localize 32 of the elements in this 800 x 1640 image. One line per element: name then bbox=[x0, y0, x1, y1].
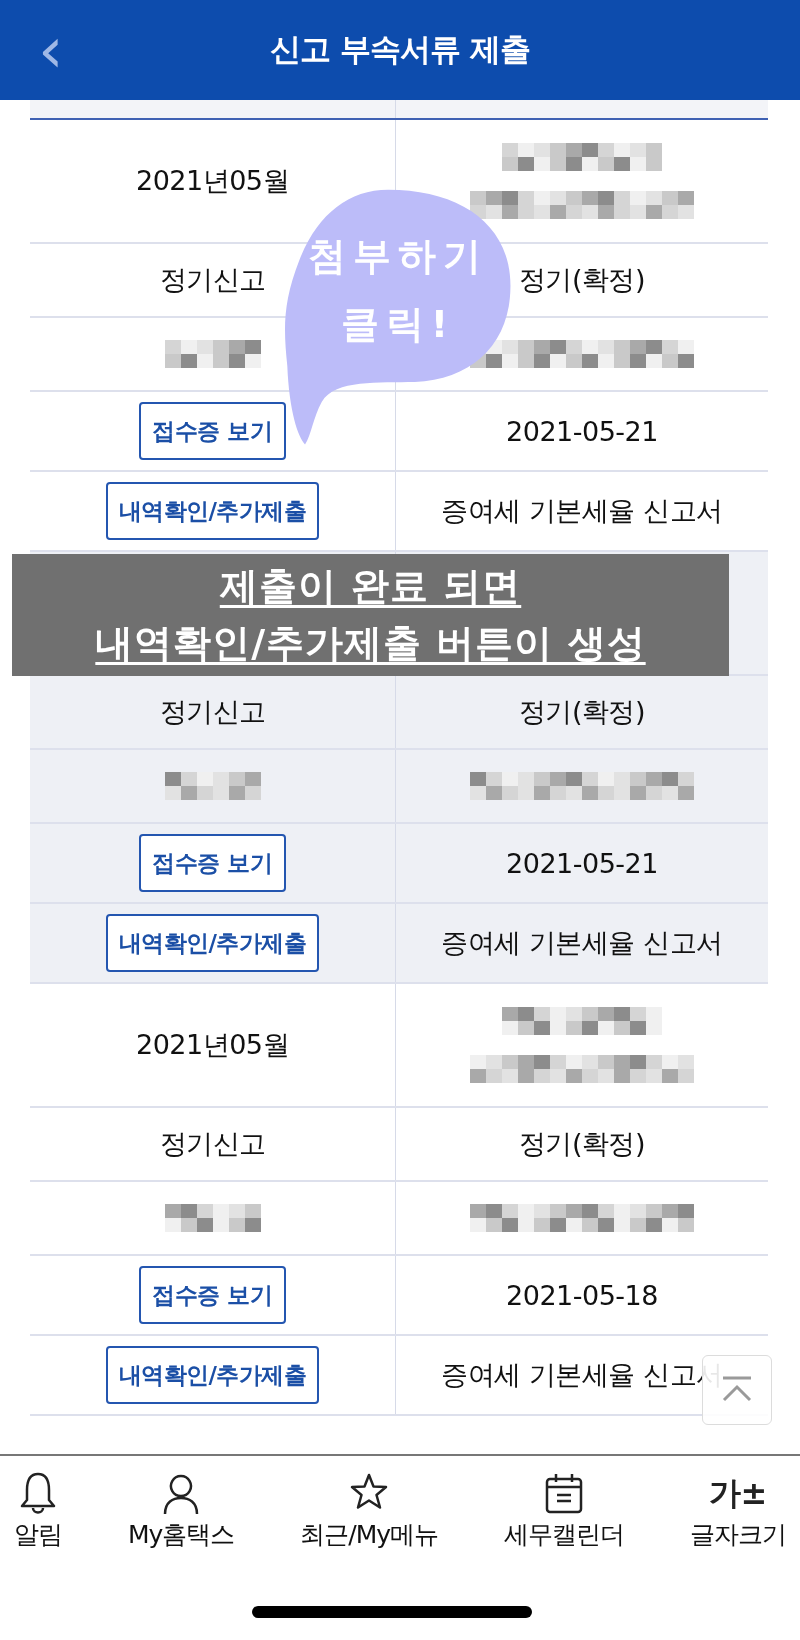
table-cell: 2021-05-21 bbox=[506, 847, 658, 879]
nav-item[interactable]: 세무캘린더 bbox=[498, 1470, 631, 1592]
nav-item[interactable]: My홈택스 bbox=[121, 1470, 241, 1592]
bell-icon bbox=[18, 1470, 58, 1516]
table-cell-text: 정기(확정) bbox=[518, 695, 646, 729]
nav-item[interactable]: 가± 글자크기 bbox=[684, 1470, 792, 1592]
receipt-button[interactable]: 접수증 보기 bbox=[139, 402, 286, 460]
history-button[interactable]: 내역확인/추가제출 bbox=[105, 914, 320, 972]
table-cell-text: 2021년05월 bbox=[135, 1028, 290, 1062]
nav-item[interactable]: 알림 bbox=[8, 1470, 68, 1592]
banner-text: 내역확인/추가제출 버튼이 생성 bbox=[95, 620, 646, 667]
table-cell-text: 증여세 기본세율 신고서 bbox=[441, 926, 723, 960]
table-cell-text: 정기신고 bbox=[159, 263, 266, 297]
callout-text: 첨부하기 클릭! bbox=[307, 233, 489, 348]
table-cell-text: 정기신고 bbox=[159, 1127, 266, 1161]
font-size-icon: 가± bbox=[708, 1470, 768, 1516]
table-cell-text: 증여세 기본세율 신고서 bbox=[441, 1358, 723, 1392]
back-button[interactable]: ‹ bbox=[30, 18, 72, 82]
history-button[interactable]: 내역확인/추가제출 bbox=[105, 482, 320, 540]
table-cell-text: 2021년05월 bbox=[135, 164, 290, 198]
receipt-button[interactable]: 접수증 보기 bbox=[139, 1266, 286, 1324]
page-title: 신고 부속서류 제출 bbox=[270, 30, 530, 69]
receipt-button[interactable]: 접수증 보기 bbox=[139, 834, 286, 892]
table-cell-text: 정기신고 bbox=[159, 695, 266, 729]
nav-item[interactable]: 최근/My메뉴 bbox=[294, 1470, 445, 1592]
table-cell-text: 정기(확정) bbox=[518, 263, 646, 297]
table-cell: 2021-05-18 bbox=[506, 1279, 658, 1311]
banner-text: 제출이 완료 되면 bbox=[219, 563, 522, 610]
table-cell: 2021-05-21 bbox=[506, 415, 658, 447]
table-cell-text: 정기(확정) bbox=[518, 1127, 646, 1161]
history-button[interactable]: 내역확인/추가제출 bbox=[105, 1346, 320, 1404]
table-cell-text: 증여세 기본세율 신고서 bbox=[441, 494, 723, 528]
